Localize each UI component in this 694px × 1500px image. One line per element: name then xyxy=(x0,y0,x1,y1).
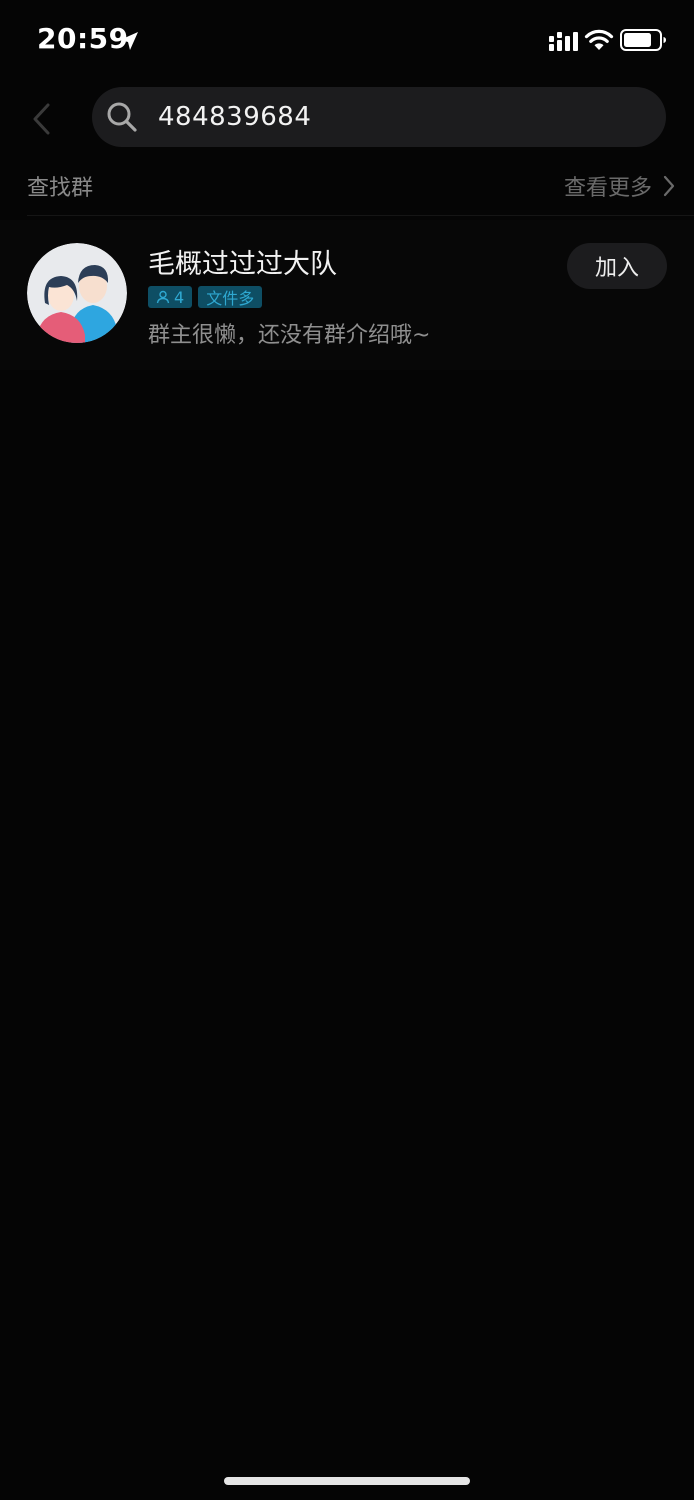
group-avatar-icon xyxy=(27,243,127,343)
join-button[interactable]: 加入 xyxy=(567,243,667,289)
group-intro: 群主很懒，还没有群介绍哦~ xyxy=(148,323,431,348)
group-avatar[interactable] xyxy=(27,243,127,343)
chevron-left-icon xyxy=(33,103,50,135)
battery-icon xyxy=(620,29,666,51)
member-count-badge: 4 xyxy=(148,286,193,308)
see-more-label: 查看更多 xyxy=(563,176,652,201)
home-indicator[interactable] xyxy=(224,1477,470,1485)
group-tags: 4 文件多 xyxy=(148,286,263,308)
location-arrow-icon xyxy=(120,32,138,50)
search-input[interactable] xyxy=(158,87,638,147)
back-button[interactable] xyxy=(22,96,62,142)
see-more-link[interactable]: 查看更多 xyxy=(564,168,676,204)
group-name: 毛概过过过大队 xyxy=(148,249,337,280)
member-count: 4 xyxy=(174,287,185,307)
status-time: 20:59 xyxy=(37,22,129,55)
section-title: 查找群 xyxy=(27,176,94,201)
cellular-signal-icon xyxy=(549,32,578,51)
search-bar[interactable] xyxy=(92,87,666,147)
search-icon xyxy=(107,102,137,132)
group-result-row[interactable]: 毛概过过过大队 4 文件多 群主很懒，还没有群介绍哦~ 加入 xyxy=(0,220,694,370)
status-bar: 20:59 xyxy=(0,0,694,84)
section-header: 查找群 查看更多 xyxy=(0,160,694,216)
wifi-icon xyxy=(584,29,614,50)
files-badge: 文件多 xyxy=(198,286,263,308)
chevron-right-icon xyxy=(663,175,675,197)
divider xyxy=(27,215,694,216)
person-icon xyxy=(156,290,170,304)
